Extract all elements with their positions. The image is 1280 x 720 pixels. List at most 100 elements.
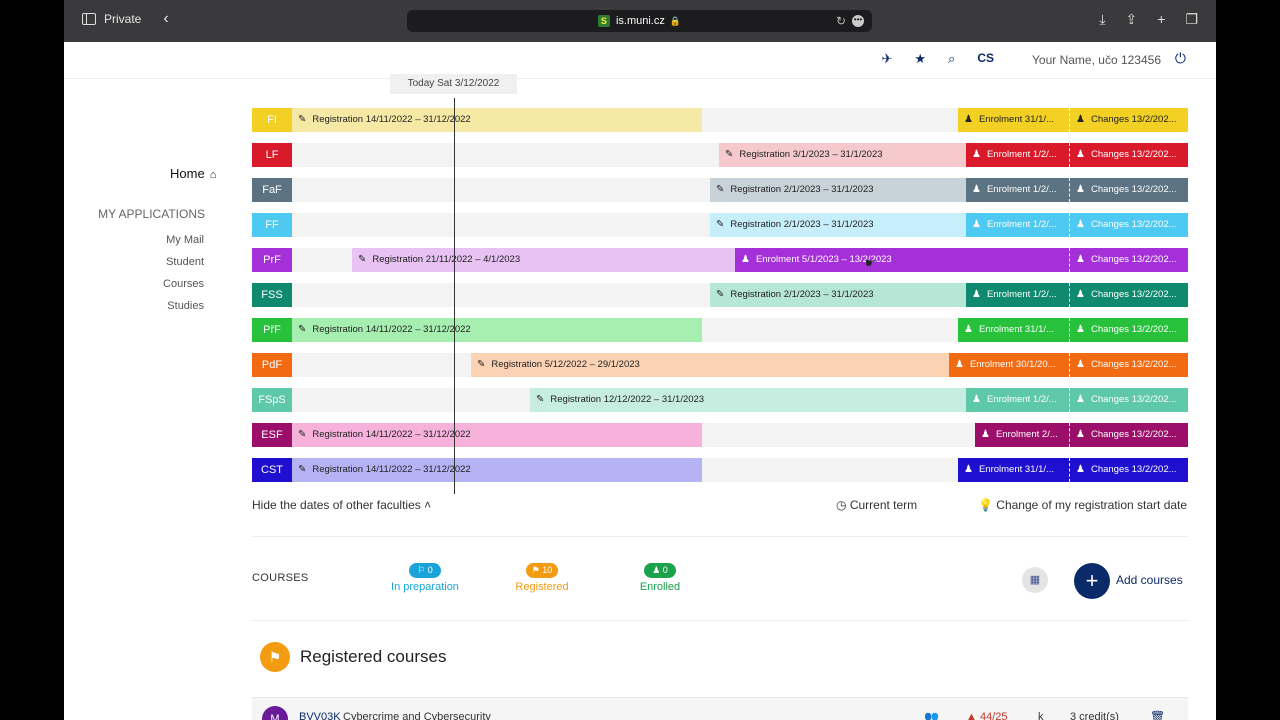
enrolment-label: Enrolment 31/1/... (978, 324, 1054, 335)
add-courses-button[interactable]: + (1074, 563, 1110, 599)
registration-period[interactable]: ✎ Registration 3/1/2023 – 31/1/2023 (719, 143, 966, 167)
changes-period[interactable]: ♟ Changes 13/2/202... (1069, 178, 1188, 202)
enrolment-label: Enrolment 31/1/... (978, 114, 1054, 125)
changes-period[interactable]: ♟ Changes 13/2/202... (1069, 353, 1188, 377)
enrolment-label: Enrolment 1/2/... (986, 394, 1057, 405)
person-icon: ♟ (972, 219, 981, 230)
stat-registered[interactable]: ⚑ 10 Registered (497, 563, 587, 593)
person-icon: ♟ (1076, 394, 1085, 405)
faculty-code[interactable]: PdF (252, 353, 292, 377)
enrolment-label: Enrolment 2/... (995, 429, 1058, 440)
registration-period[interactable]: ✎ Registration 14/11/2022 – 31/12/2022 (292, 458, 702, 482)
course-row[interactable]: M BVV03K Cybercrime and Cybersecurity 👥 … (252, 697, 1188, 720)
sidebar-toggle-icon[interactable] (82, 13, 96, 25)
faculty-code[interactable]: CST (252, 458, 292, 482)
faculty-code[interactable]: FSpS (252, 388, 292, 412)
registration-period[interactable]: ✎ Registration 21/11/2022 – 4/1/2023 (352, 248, 735, 272)
back-icon[interactable]: ‹ (163, 11, 168, 27)
changes-label: Changes 13/2/202... (1090, 114, 1177, 125)
changes-period[interactable]: ♟ Changes 13/2/202... (1069, 108, 1188, 132)
share-icon[interactable]: ⇪ (1126, 11, 1138, 28)
faculty-code[interactable]: FF (252, 213, 292, 237)
change-registration-start-button[interactable]: 💡 Change of my registration start date (978, 498, 1187, 512)
registration-label: Registration 14/11/2022 – 31/12/2022 (312, 464, 471, 475)
changes-period[interactable]: ♟ Changes 13/2/202... (1069, 388, 1188, 412)
tabs-overview-icon[interactable]: ❐ (1185, 11, 1198, 28)
enrolment-period[interactable]: ♟ Enrolment 30/1/20... (949, 353, 1069, 377)
faculty-row: PřF ✎ Registration 14/11/2022 – 31/12/202… (252, 318, 1188, 342)
new-tab-icon[interactable]: + (1157, 11, 1165, 28)
enrolled-number: 0 (662, 565, 668, 575)
enrolment-period[interactable]: ♟ Enrolment 1/2/... (966, 388, 1069, 412)
enrolment-period[interactable]: ♟ Enrolment 1/2/... (966, 213, 1069, 237)
nav-item-student[interactable]: Student (166, 256, 204, 268)
download-icon[interactable]: ⤓ (1099, 11, 1105, 28)
search-icon[interactable]: ⌕ (948, 51, 955, 67)
course-credits: 3 credit(s) (1070, 711, 1119, 720)
changes-period[interactable]: ♟ Changes 13/2/202... (1069, 423, 1188, 447)
changes-period[interactable]: ♟ Changes 13/2/202... (1069, 318, 1188, 342)
faculty-code[interactable]: PřF (252, 318, 292, 342)
registered-label: Registered (515, 581, 569, 593)
nav-item-studies[interactable]: Studies (167, 300, 204, 312)
registration-period[interactable]: ✎ Registration 14/11/2022 – 31/12/2022 (292, 108, 702, 132)
registration-period[interactable]: ✎ Registration 14/11/2022 – 31/12/2022 (292, 318, 702, 342)
person-icon: ♟ (972, 289, 981, 300)
language-switch[interactable]: CS (977, 51, 994, 67)
trash-icon[interactable]: 🗑 (1150, 710, 1165, 720)
course-name[interactable]: Cybercrime and Cybersecurity (343, 711, 491, 720)
person-icon: ♟ (741, 254, 750, 265)
registration-period[interactable]: ✎ Registration 2/1/2023 – 31/1/2023 (710, 213, 966, 237)
faculty-code[interactable]: FaF (252, 178, 292, 202)
faculty-code[interactable]: FI (252, 108, 292, 132)
enrolment-period[interactable]: ♟ Enrolment 2/... (975, 423, 1069, 447)
current-term-button[interactable]: ◷ Current term (836, 498, 917, 512)
person-icon: ♟ (1076, 464, 1085, 475)
divider (252, 620, 1188, 621)
registration-period[interactable]: ✎ Registration 2/1/2023 – 31/1/2023 (710, 178, 966, 202)
edit-icon: ✎ (298, 464, 307, 475)
changes-period[interactable]: ♟ Changes 13/2/202... (1069, 458, 1188, 482)
people-icon[interactable]: 👥 (924, 710, 939, 720)
add-courses-label[interactable]: Add courses (1116, 573, 1183, 587)
faculty-code[interactable]: ESF (252, 423, 292, 447)
course-capacity: ▲ 44/25 (966, 711, 1007, 720)
enrolment-period[interactable]: ♟ Enrolment 31/1/... (958, 108, 1069, 132)
registration-period[interactable]: ✎ Registration 5/12/2022 – 29/1/2023 (471, 353, 949, 377)
enrolment-period[interactable]: ♟ Enrolment 31/1/... (958, 458, 1069, 482)
faculty-code[interactable]: LF (252, 143, 292, 167)
changes-period[interactable]: ♟ Changes 13/2/202... (1069, 213, 1188, 237)
changes-label: Changes 13/2/202... (1090, 429, 1177, 440)
favorites-icon[interactable]: ★ (914, 51, 926, 67)
calendar-icon[interactable]: ▦ (1022, 567, 1048, 593)
enrolment-period[interactable]: ♟ Enrolment 5/1/2023 – 13/2/2023 (735, 248, 1069, 272)
faculty-code[interactable]: FSS (252, 283, 292, 307)
enrolment-period[interactable]: ♟ Enrolment 1/2/... (966, 283, 1069, 307)
user-name[interactable]: Your Name, učo 123456 (1032, 53, 1161, 67)
hide-other-faculties-toggle[interactable]: Hide the dates of other faculties ˄ (252, 498, 431, 512)
registration-period[interactable]: ✎ Registration 2/1/2023 – 31/1/2023 (710, 283, 966, 307)
course-code[interactable]: BVV03K (299, 711, 341, 720)
stat-in-preparation[interactable]: ⚐ 0 In preparation (380, 563, 470, 593)
enrolment-period[interactable]: ♟ Enrolment 1/2/... (966, 178, 1069, 202)
faculty-code[interactable]: PrF (252, 248, 292, 272)
current-term-label: Current term (849, 498, 918, 512)
address-bar[interactable]: S is.muni.cz 🔒 ↻ ••• (407, 10, 872, 32)
more-icon[interactable]: ••• (852, 15, 864, 27)
nav-item-my-mail[interactable]: My Mail (166, 234, 204, 246)
changes-period[interactable]: ♟ Changes 13/2/202... (1069, 143, 1188, 167)
stat-enrolled[interactable]: ♟ 0 Enrolled (615, 563, 705, 593)
faculty-row: PrF ✎ Registration 21/11/2022 – 4/1/2023 … (252, 248, 1188, 272)
pin-icon[interactable]: ✈ (881, 51, 892, 67)
enrolment-period[interactable]: ♟ Enrolment 31/1/... (958, 318, 1069, 342)
registration-period[interactable]: ✎ Registration 14/11/2022 – 31/12/2022 (292, 423, 702, 447)
home-link[interactable]: Home ⌂ (170, 166, 216, 181)
reload-icon[interactable]: ↻ (836, 14, 846, 28)
enrolment-period[interactable]: ♟ Enrolment 1/2/... (966, 143, 1069, 167)
changes-period[interactable]: ♟ Changes 13/2/202... (1069, 248, 1188, 272)
logout-icon[interactable]: ⏻ (1175, 50, 1186, 67)
registration-period[interactable]: ✎ Registration 12/12/2022 – 31/1/2023 (530, 388, 966, 412)
changes-period[interactable]: ♟ Changes 13/2/202... (1069, 283, 1188, 307)
nav-item-courses[interactable]: Courses (163, 278, 204, 290)
faculty-row: ESF ✎ Registration 14/11/2022 – 31/12/202… (252, 423, 1188, 447)
